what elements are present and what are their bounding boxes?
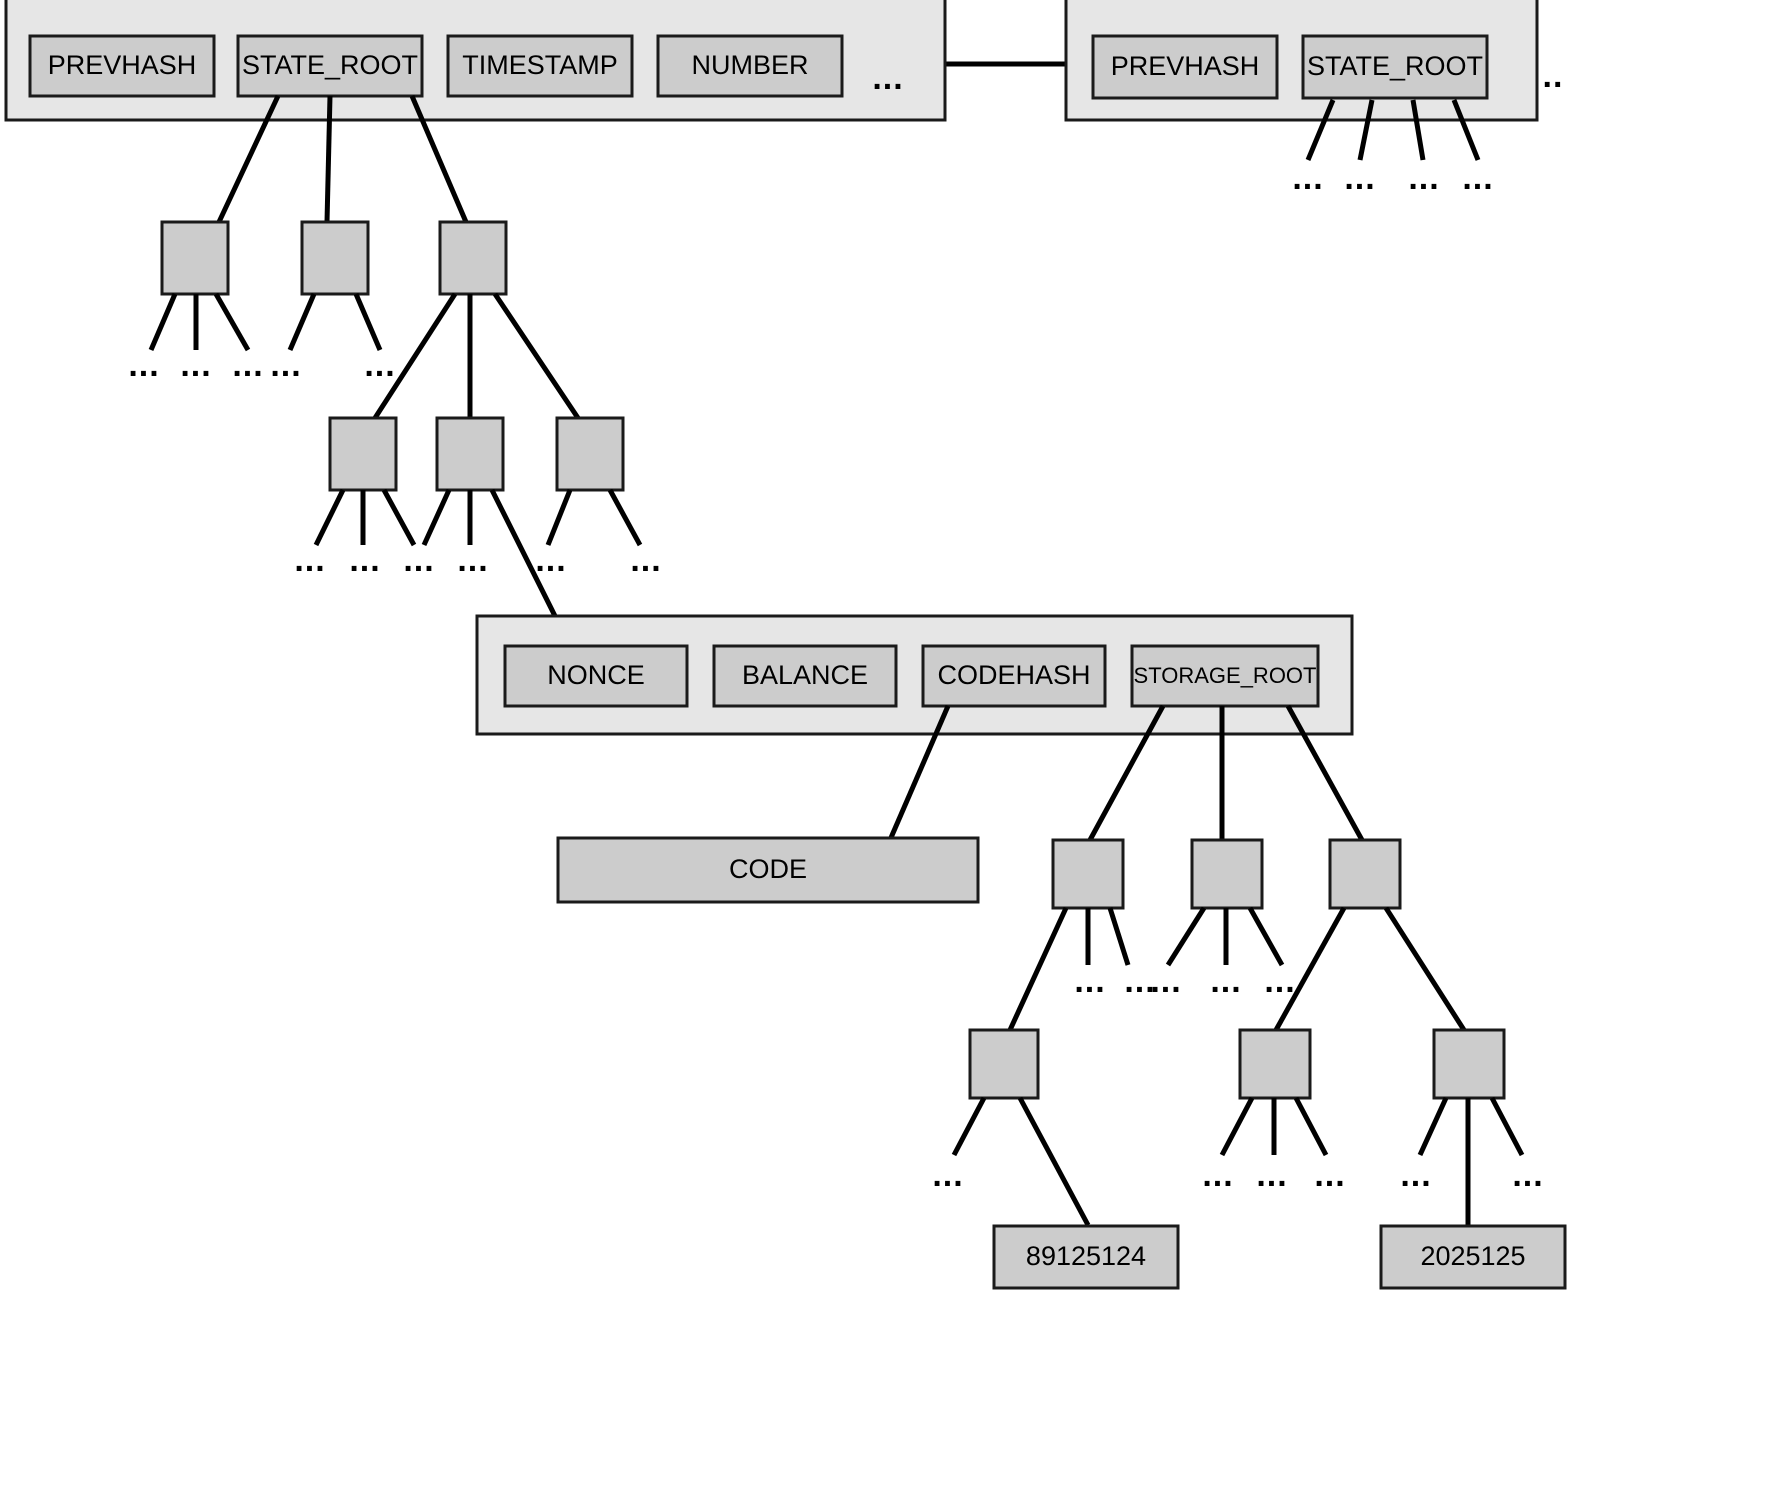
edge-state-l1a-c3 [213, 292, 251, 352]
diagram-canvas: PREVHASH STATE_ROOT TIMESTAMP NUMBER ...… [4, 0, 1567, 1290]
ellipsis-state-l2a-3: ... [403, 541, 434, 579]
field-label-prevhash-left: PREVHASH [48, 50, 197, 80]
field-label-codehash: CODEHASH [937, 660, 1090, 690]
edge-storage-l2b-c3 [1293, 1096, 1329, 1157]
edge-state-root-to-n2 [324, 95, 333, 223]
ellipsis-state-l1a-2: ... [180, 346, 211, 384]
ellipsis-header-right: .. [1543, 57, 1564, 95]
field-label-number: NUMBER [691, 50, 808, 80]
ellipsis-storage-l1b-3: ... [1264, 962, 1295, 1000]
trie-node-storage-l2-a[interactable] [968, 1028, 1040, 1100]
edge-state-l1b-c1 [287, 293, 317, 351]
trie-node-state-l1-c[interactable] [438, 220, 508, 296]
trie-node-state-l1-b[interactable] [300, 220, 370, 296]
field-label-prevhash-right: PREVHASH [1111, 51, 1260, 81]
ellipsis-state-l2b-1: ... [457, 541, 488, 579]
field-label-state-root-left: STATE_ROOT [242, 50, 418, 80]
edge-storage-l1a-to-leafnode [1007, 906, 1069, 1032]
trie-node-storage-l2-c[interactable] [1432, 1028, 1506, 1100]
trie-node-state-l1-a[interactable] [160, 220, 230, 296]
edge-state-l1b-c2 [353, 293, 383, 351]
ellipsis-storage-l2c-1: ... [1400, 1156, 1431, 1194]
ellipsis-storage-l2b-3: ... [1314, 1156, 1345, 1194]
trie-node-storage-l2-b[interactable] [1238, 1028, 1312, 1100]
trie-node-storage-l1-a[interactable] [1051, 838, 1125, 910]
edge-storage-l1b-c3 [1247, 906, 1285, 967]
storage-leaf-label-1: 89125124 [1026, 1241, 1146, 1271]
diagram-root: PREVHASH STATE_ROOT TIMESTAMP NUMBER ...… [0, 0, 1779, 1500]
ellipsis-state-l1a-1: ... [128, 346, 159, 384]
field-label-timestamp: TIMESTAMP [462, 50, 618, 80]
edge-storage-l1a-c3 [1107, 907, 1131, 966]
trie-node-state-l2-c[interactable] [555, 416, 625, 492]
edge-storage-l1b-c1 [1165, 906, 1207, 967]
edge-state-l2a-c1 [313, 488, 346, 547]
ellipsis-storage-l2b-1: ... [1202, 1156, 1233, 1194]
ellipsis-storage-l1a-1: ... [1074, 962, 1105, 1000]
field-label-nonce: NONCE [547, 660, 645, 690]
ellipsis-storage-l1b-2: ... [1210, 962, 1241, 1000]
edge-state-l1a-c1 [148, 293, 178, 351]
ellipsis-state-l1b-1: ... [270, 346, 301, 384]
edge-state-l2c-c1 [545, 489, 573, 546]
trie-node-state-l2-a[interactable] [328, 416, 398, 492]
edge-storage-l2c-c1 [1417, 1096, 1449, 1157]
edge-storage-l2a-to-leaf1 [1017, 1096, 1091, 1227]
edge-storage-l2c-c3 [1489, 1096, 1525, 1157]
ellipsis-state-l1a-3: ... [232, 346, 263, 384]
field-label-balance: BALANCE [742, 660, 868, 690]
ellipsis-right-sr-1: ... [1292, 159, 1323, 197]
ellipsis-state-l2c-2: ... [630, 541, 661, 579]
edge-state-l1c-to-n3 [492, 292, 581, 420]
edge-storage-l2a-c1 [951, 1096, 987, 1157]
ellipsis-right-sr-3: ... [1408, 159, 1439, 197]
ellipsis-state-l2a-1: ... [294, 541, 325, 579]
trie-node-state-l2-b[interactable] [435, 416, 505, 492]
ellipsis-header-left: ... [872, 59, 903, 97]
edge-storage-l1c-to-leafnode2 [1383, 906, 1467, 1032]
ellipsis-storage-l2a-1: ... [932, 1156, 963, 1194]
edge-storage-l2b-c1 [1219, 1096, 1255, 1157]
ellipsis-storage-l2c-2: ... [1512, 1156, 1543, 1194]
ellipsis-state-l2c-1: ... [535, 541, 566, 579]
ellipsis-storage-l1b-1: ... [1150, 962, 1181, 1000]
storage-leaf-label-2: 2025125 [1420, 1241, 1525, 1271]
field-label-storage-root: STORAGE_ROOT [1134, 663, 1317, 688]
ellipsis-right-sr-4: ... [1462, 159, 1493, 197]
trie-node-storage-l1-b[interactable] [1190, 838, 1264, 910]
trie-node-storage-l1-c[interactable] [1328, 838, 1402, 910]
ellipsis-right-sr-2: ... [1344, 159, 1375, 197]
ellipsis-state-l2a-2: ... [349, 541, 380, 579]
code-box-label: CODE [729, 854, 807, 884]
ellipsis-state-l1b-2: ... [364, 346, 395, 384]
edge-state-l2b-c1 [421, 488, 452, 547]
edge-state-l2a-c3 [381, 488, 417, 547]
ellipsis-storage-l2b-2: ... [1256, 1156, 1287, 1194]
field-label-state-root-right: STATE_ROOT [1307, 51, 1483, 81]
edge-state-l2c-c2 [607, 488, 643, 547]
